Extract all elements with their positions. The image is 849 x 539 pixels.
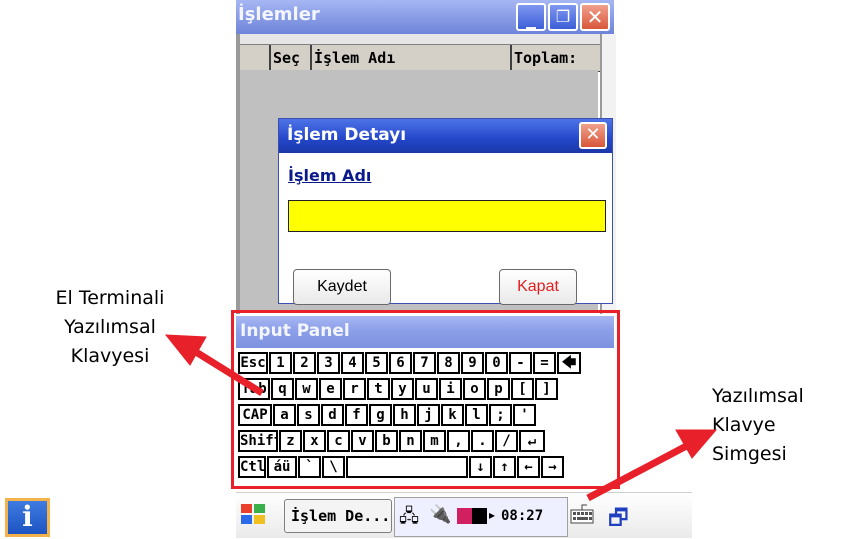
arrow-head-right xyxy=(675,429,718,459)
info-icon: i xyxy=(5,498,50,537)
arrow-head-left xyxy=(164,334,207,366)
arrow-to-keyboard-icon xyxy=(586,438,696,502)
arrow-to-keyboard xyxy=(194,349,264,396)
annotation-arrows xyxy=(164,334,718,502)
